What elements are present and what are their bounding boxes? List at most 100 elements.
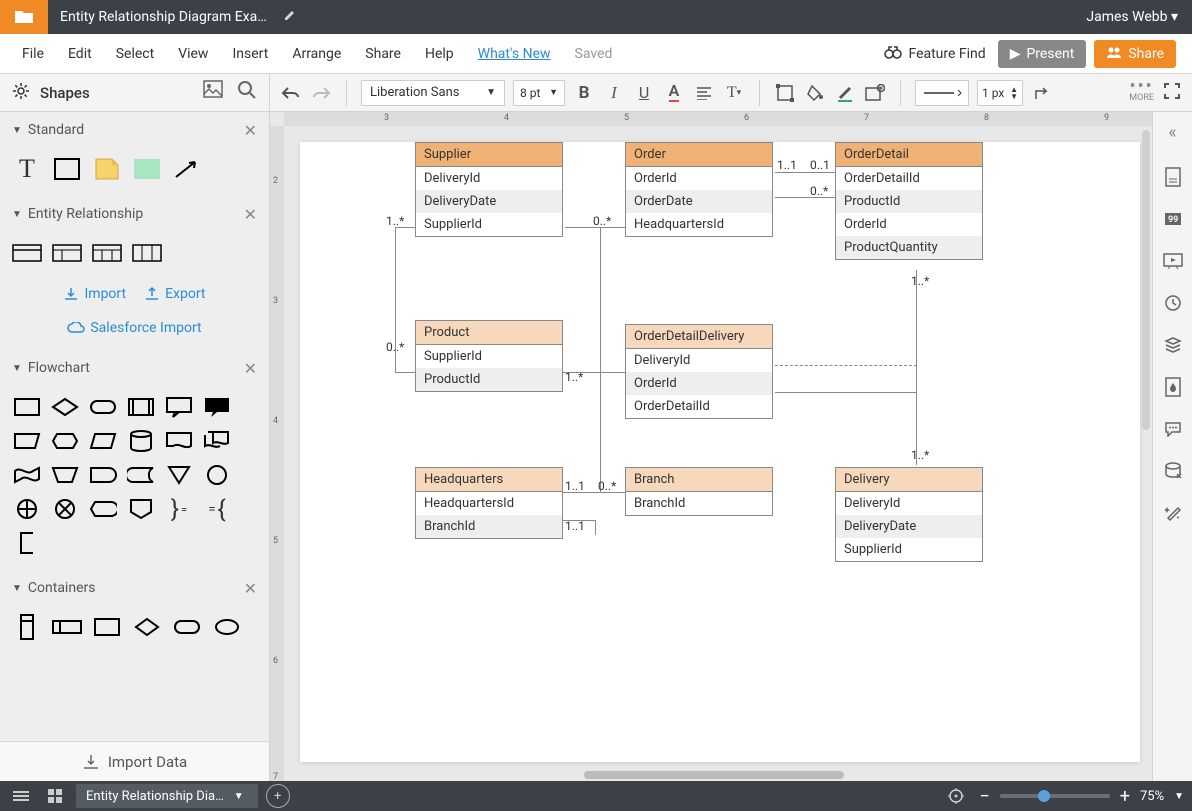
entity-product[interactable]: Product SupplierId ProductId bbox=[415, 320, 563, 392]
fc-sum[interactable] bbox=[50, 496, 80, 522]
droplet-icon[interactable] bbox=[1161, 375, 1185, 399]
canvas-area[interactable]: 3 4 5 6 7 8 9 2 3 4 5 6 7 bbox=[270, 112, 1152, 781]
rel-line-dashed[interactable] bbox=[775, 365, 917, 366]
present-button[interactable]: ▶ Present bbox=[998, 40, 1087, 68]
menu-share[interactable]: Share bbox=[353, 46, 413, 62]
fc-display[interactable] bbox=[88, 496, 118, 522]
fc-brace-r[interactable]: }= bbox=[164, 496, 194, 522]
fc-tape[interactable] bbox=[12, 462, 42, 488]
fc-offpage[interactable] bbox=[126, 496, 156, 522]
fill-icon[interactable] bbox=[804, 82, 826, 104]
ct-3[interactable] bbox=[92, 614, 122, 640]
magic-icon[interactable] bbox=[1161, 501, 1185, 525]
menu-whatsnew[interactable]: What's New bbox=[466, 46, 563, 62]
close-icon[interactable]: ✕ bbox=[244, 205, 257, 224]
history-icon[interactable] bbox=[1161, 291, 1185, 315]
panel-er-header[interactable]: ▼Entity Relationship✕ bbox=[0, 196, 269, 232]
zoom-in-icon[interactable]: + bbox=[1120, 786, 1130, 807]
fc-diamond[interactable] bbox=[50, 394, 80, 420]
size-select[interactable]: 8 pt▼ bbox=[513, 80, 565, 106]
search-icon[interactable] bbox=[237, 80, 257, 105]
shape-text[interactable]: T bbox=[12, 156, 42, 182]
menu-insert[interactable]: Insert bbox=[220, 46, 280, 62]
comment-icon[interactable]: 99 bbox=[1161, 207, 1185, 231]
fc-hex[interactable] bbox=[50, 428, 80, 454]
vertical-scrollbar[interactable] bbox=[1142, 130, 1150, 430]
fc-manual[interactable] bbox=[12, 428, 42, 454]
page[interactable]: 1..* 0..* 0..* 1..* 1..1 0..1 0..* 1..1 … bbox=[300, 142, 1140, 762]
fc-stored[interactable] bbox=[126, 462, 156, 488]
shape-er-4[interactable] bbox=[132, 240, 162, 266]
feature-find[interactable]: Feature Find bbox=[884, 45, 985, 63]
entity-branch[interactable]: Branch BranchId bbox=[625, 467, 773, 516]
database-icon[interactable] bbox=[1161, 459, 1185, 483]
panel-flowchart-header[interactable]: ▼Flowchart✕ bbox=[0, 350, 269, 386]
share-button[interactable]: Share bbox=[1094, 40, 1176, 68]
zoom-out-icon[interactable]: − bbox=[979, 786, 989, 807]
menu-file[interactable]: File bbox=[10, 46, 56, 62]
horizontal-scrollbar[interactable] bbox=[584, 771, 844, 779]
fc-delay[interactable] bbox=[88, 462, 118, 488]
rel-line[interactable] bbox=[916, 270, 917, 465]
canvas[interactable]: 1..* 0..* 0..* 1..* 1..1 0..1 0..* 1..1 … bbox=[284, 126, 1152, 781]
shape-arrow[interactable] bbox=[172, 156, 202, 182]
undo-icon[interactable] bbox=[280, 82, 302, 104]
fc-multidoc[interactable] bbox=[202, 428, 232, 454]
rel-line[interactable] bbox=[395, 372, 415, 373]
ct-6[interactable] bbox=[212, 614, 242, 640]
fc-callout[interactable] bbox=[164, 394, 194, 420]
shape-options-icon[interactable] bbox=[864, 82, 886, 104]
user-menu[interactable]: James Webb ▾ bbox=[1072, 9, 1192, 25]
line-color-icon[interactable] bbox=[834, 82, 856, 104]
shape-block[interactable] bbox=[132, 156, 162, 182]
ct-4[interactable] bbox=[132, 614, 162, 640]
add-page-button[interactable]: + bbox=[266, 784, 290, 808]
rel-line[interactable] bbox=[595, 520, 596, 535]
import-data-button[interactable]: Import Data bbox=[0, 741, 269, 781]
font-select[interactable]: Liberation Sans▼ bbox=[361, 80, 505, 106]
edit-title-icon[interactable] bbox=[283, 8, 297, 26]
rel-line[interactable] bbox=[775, 392, 916, 393]
text-color-icon[interactable]: A bbox=[663, 82, 685, 104]
text-more-icon[interactable]: T▾ bbox=[723, 82, 745, 104]
target-icon[interactable] bbox=[943, 785, 969, 807]
close-icon[interactable]: ✕ bbox=[244, 579, 257, 598]
close-icon[interactable]: ✕ bbox=[244, 359, 257, 378]
fc-doc[interactable] bbox=[164, 428, 194, 454]
page-icon[interactable] bbox=[1161, 165, 1185, 189]
shape-er-3[interactable] bbox=[92, 240, 122, 266]
fullscreen-icon[interactable] bbox=[1164, 83, 1180, 103]
align-icon[interactable] bbox=[693, 82, 715, 104]
shape-note[interactable] bbox=[92, 156, 122, 182]
fc-connector[interactable] bbox=[202, 462, 232, 488]
italic-icon[interactable]: I bbox=[603, 82, 625, 104]
ct-2[interactable] bbox=[52, 614, 82, 640]
fc-parallelogram[interactable] bbox=[88, 428, 118, 454]
entity-delivery[interactable]: Delivery DeliveryId DeliveryDate Supplie… bbox=[835, 467, 983, 562]
redo-icon[interactable] bbox=[310, 82, 332, 104]
page-tab[interactable]: Entity Relationship Dia…▼ bbox=[76, 784, 258, 808]
gear-icon[interactable] bbox=[12, 82, 30, 104]
close-icon[interactable]: ✕ bbox=[244, 121, 257, 140]
fc-predef[interactable] bbox=[126, 394, 156, 420]
menu-edit[interactable]: Edit bbox=[56, 46, 104, 62]
fc-note[interactable] bbox=[12, 530, 42, 556]
zoom-value[interactable]: 75% bbox=[1140, 789, 1164, 804]
fc-rect[interactable] bbox=[12, 394, 42, 420]
entity-supplier[interactable]: Supplier DeliveryId DeliveryDate Supplie… bbox=[415, 142, 563, 237]
ct-1[interactable] bbox=[12, 614, 42, 640]
panel-containers-header[interactable]: ▼Containers✕ bbox=[0, 570, 269, 606]
menu-help[interactable]: Help bbox=[413, 46, 466, 62]
folder-icon[interactable] bbox=[0, 0, 48, 34]
menu-view[interactable]: View bbox=[166, 46, 220, 62]
document-title[interactable]: Entity Relationship Diagram Exa… bbox=[48, 9, 279, 25]
shape-er-1[interactable] bbox=[12, 240, 42, 266]
shape-er-2[interactable] bbox=[52, 240, 82, 266]
entity-order[interactable]: Order OrderId OrderDate HeadquartersId bbox=[625, 142, 773, 237]
list-view-icon[interactable] bbox=[8, 785, 34, 807]
fc-merge[interactable] bbox=[164, 462, 194, 488]
menu-select[interactable]: Select bbox=[104, 46, 166, 62]
fc-cylinder[interactable] bbox=[126, 428, 156, 454]
more-tools[interactable]: ••• MORE bbox=[1129, 82, 1154, 103]
underline-icon[interactable]: U bbox=[633, 82, 655, 104]
